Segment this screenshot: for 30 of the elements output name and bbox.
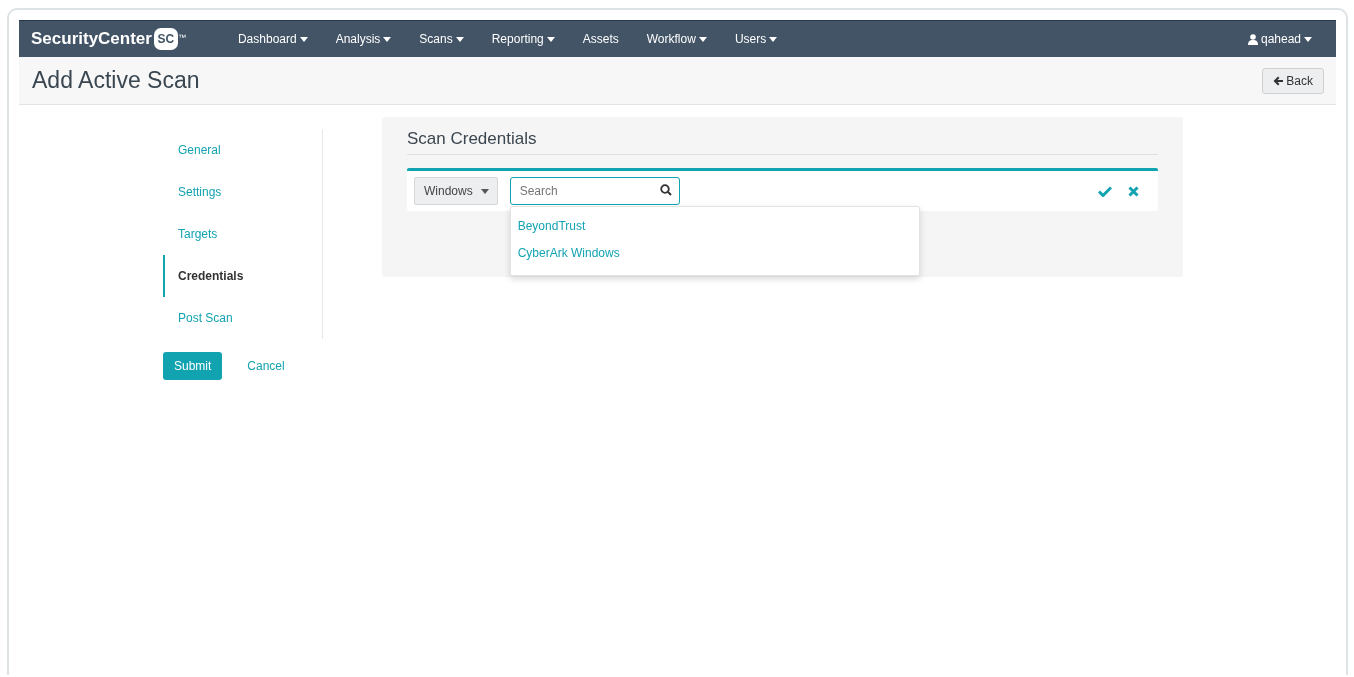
caret-icon [480,188,489,194]
brand-logo[interactable]: SecurityCenter [31,29,152,49]
caret-icon [698,36,707,42]
brand-badge: SC [153,28,178,50]
panel-title: Scan Credentials [407,129,1158,155]
nav-menu-item[interactable]: Workflow [630,32,719,46]
caret-icon [383,36,392,42]
check-icon[interactable] [1098,185,1112,197]
nav-menu-item[interactable]: Dashboard [221,32,320,46]
page-title: Add Active Scan [32,67,200,94]
caret-icon [455,36,464,42]
nav-menu-item[interactable]: Assets [566,32,631,46]
trademark-mark: ™ [177,33,186,42]
close-icon[interactable] [1128,185,1139,197]
search-field[interactable]: Search [509,177,680,205]
nav-menu-item[interactable]: Reporting [475,32,567,46]
back-button[interactable]: Back [1262,67,1324,94]
step-tab[interactable]: Credentials [163,255,322,297]
arrow-left-icon [1273,75,1284,86]
type-dropdown[interactable]: Windows [414,177,498,205]
caret-icon [769,36,778,42]
search-icon [659,184,672,196]
caret-icon [546,36,555,42]
nav-menu-item[interactable]: Users [718,32,790,46]
caret-icon [1304,36,1312,42]
nav-menu-item[interactable]: Analysis [319,32,404,46]
user-menu[interactable]: qahead [1231,32,1324,46]
nav-menu-item[interactable]: Scans [403,32,476,46]
caret-icon [299,36,308,42]
user-icon [1247,33,1258,45]
